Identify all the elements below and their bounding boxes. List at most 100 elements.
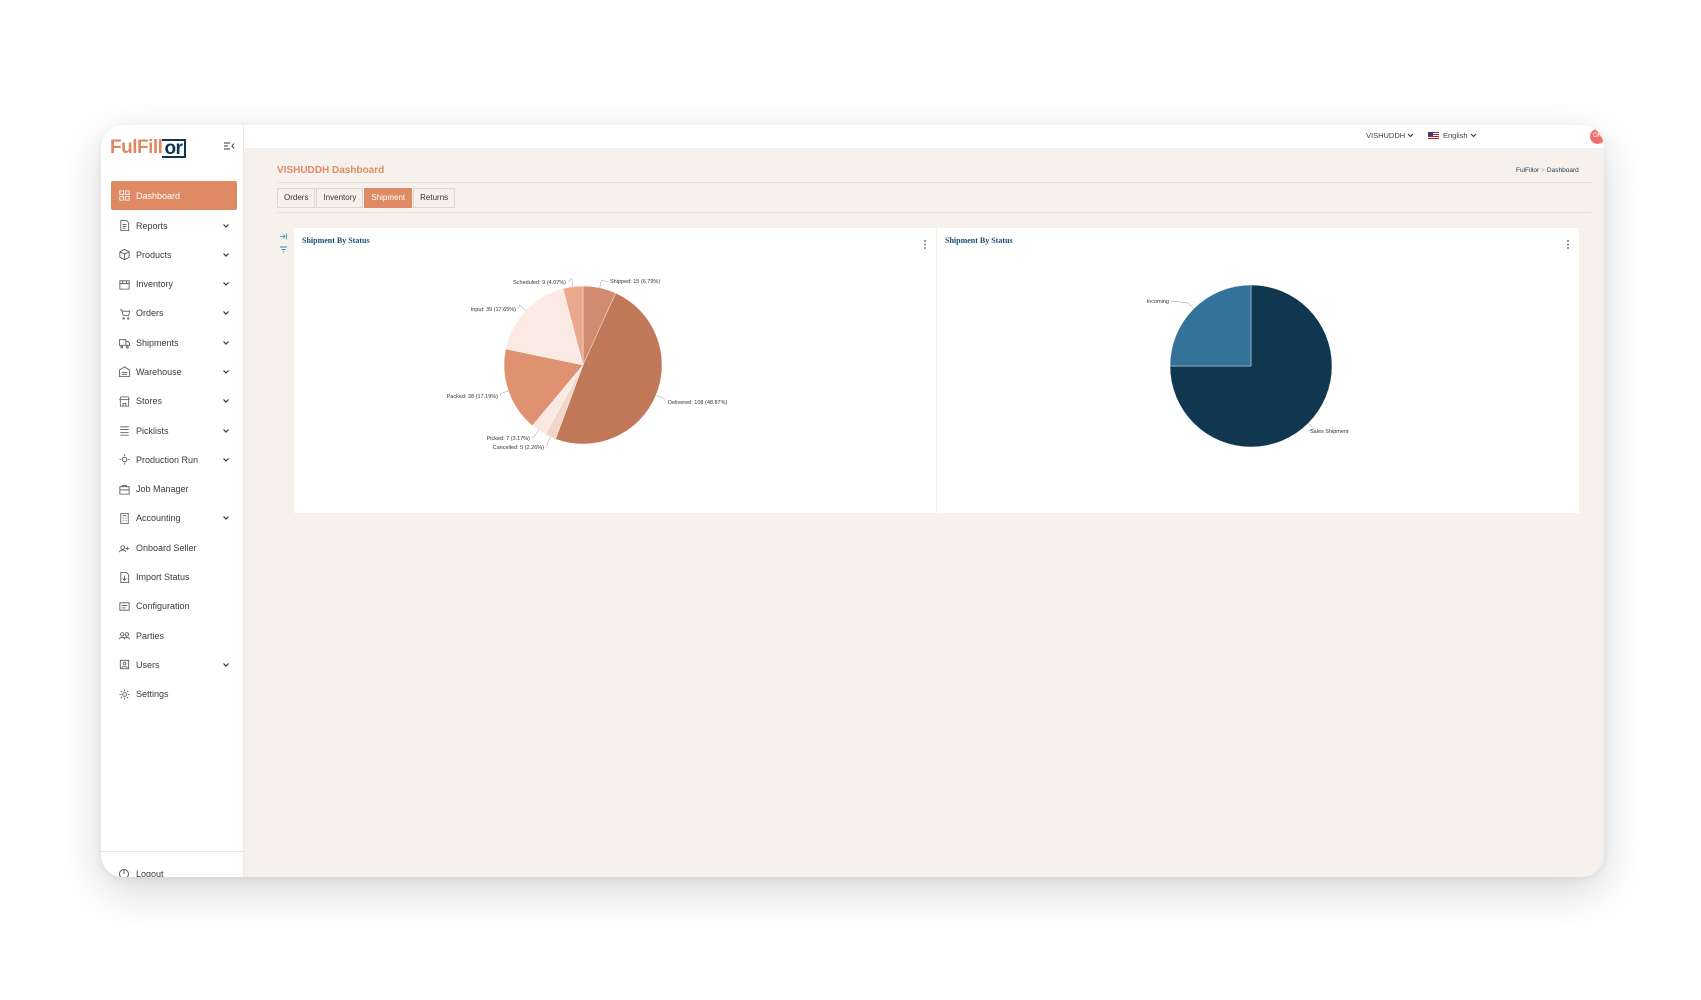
shipment-type-pie-chart: Sales Shipment Incoming [1147,284,1349,448]
sidebar-item-warehouse[interactable]: Warehouse [111,358,237,385]
reports-icon [117,219,131,233]
dashboard-tabs: Orders Inventory Shipment Returns [277,188,456,208]
chevron-down-icon[interactable] [221,221,231,231]
logout-icon [117,867,131,877]
side-tools [279,228,289,254]
fulfillor-logo[interactable]: FulFill or [110,137,187,159]
dashboard-icon [117,189,131,203]
sidebar-item-label: Users [136,659,160,670]
sidebar-item-label: Stores [136,396,163,407]
shipment-type-card: Shipment By Status Sales Shipment Incomin… [937,228,1579,513]
sidebar-item-users[interactable]: Users [111,651,237,678]
breadcrumb-home[interactable]: FulFillor [1516,167,1539,174]
slice-label-incoming: Incoming [1147,299,1169,305]
app-window: FulFill or Dashboard Reports Products Invent… [101,125,1604,877]
shipment-status-pie-chart: Shipped: 15 (6.79%) Delivered: 108 (48.87… [447,278,727,451]
slice-label-delivered: Delivered: 108 (48.87%) [668,400,727,406]
sidebar-item-label: Reports [136,220,168,231]
sidebar-item-job-manager[interactable]: Job Manager [111,476,237,503]
sidebar-item-inventory[interactable]: Inventory [111,271,237,298]
picklists-icon [117,424,131,438]
sidebar-item-label: Parties [136,630,165,641]
chevron-down-icon[interactable] [221,426,231,436]
breadcrumb-current: Dashboard [1546,167,1579,174]
sidebar-nav: Dashboard Reports Products Inventory Orders S… [111,181,237,710]
chevron-down-icon [1470,133,1476,138]
job-manager-icon [117,482,131,496]
sidebar-item-configuration[interactable]: Configuration [111,593,237,620]
sidebar-item-label: Accounting [136,513,181,524]
sidebar-item-products[interactable]: Products [111,241,237,268]
stores-icon [117,394,131,408]
sidebar-item-dashboard[interactable]: Dashboard [111,181,237,210]
topbar: VISHUDDH English OR [244,125,1604,148]
settings-icon [117,687,131,701]
sidebar-item-label: Picklists [136,425,169,436]
chevron-down-icon[interactable] [221,455,231,465]
language-dropdown[interactable]: English [1428,131,1477,140]
sidebar-item-label: Inventory [136,279,174,290]
tab-shipment[interactable]: Shipment [364,188,413,208]
sidebar-item-label: Configuration [136,601,190,612]
divider [277,212,1591,213]
sidebar-item-label: Production Run [136,454,199,465]
tab-inventory[interactable]: Inventory [316,188,364,208]
sidebar-item-orders[interactable]: Orders [111,300,237,327]
us-flag-icon [1428,132,1439,139]
slice-label-sales-shipment: Sales Shipment [1310,429,1349,435]
sidebar-item-picklists[interactable]: Picklists [111,417,237,444]
sidebar-item-reports[interactable]: Reports [111,212,237,239]
sidebar-item-import-status[interactable]: Import Status [111,564,237,591]
sidebar-item-production-run[interactable]: Production Run [111,446,237,473]
sidebar-item-parties[interactable]: Parties [111,622,237,649]
filter-icon[interactable] [279,241,288,253]
slice-leader-line [499,390,509,397]
sidebar-item-shipments[interactable]: Shipments [111,329,237,356]
sidebar-item-label: Warehouse [136,366,182,377]
users-icon [117,658,131,672]
parties-icon [117,629,131,643]
shipment-status-card: Shipment By Status Shipped: 15 (6.79%) De… [294,228,936,513]
sidebar-item-label: Onboard Seller [136,542,197,553]
products-icon [117,248,131,262]
page-title: VISHUDDH Dashboard [277,165,385,176]
chevron-down-icon[interactable] [221,338,231,348]
chevron-down-icon[interactable] [221,308,231,318]
slice-leader-line [1170,300,1194,309]
chevron-down-icon[interactable] [221,279,231,289]
chevron-down-icon [1407,133,1414,138]
chevron-down-icon[interactable] [221,660,231,670]
accounting-icon [117,511,131,525]
chevron-down-icon[interactable] [221,367,231,377]
tab-returns[interactable]: Returns [413,188,456,208]
user-avatar[interactable]: OR [1590,129,1604,144]
import-status-icon [117,570,131,584]
shipments-icon [117,336,131,350]
sidebar: FulFill or Dashboard Reports Products Invent… [101,125,244,877]
expand-icon[interactable] [279,228,288,240]
sidebar-collapse-icon[interactable] [223,140,235,152]
tab-orders[interactable]: Orders [277,188,316,208]
sidebar-item-settings[interactable]: Settings [111,681,237,708]
slice-label-picked: Picked: 7 (3.17%) [487,436,531,442]
sidebar-item-label: Dashboard [136,190,181,201]
slice-leader-line [531,430,539,439]
account-dropdown[interactable]: VISHUDDH [1366,131,1414,140]
chevron-down-icon[interactable] [221,513,231,523]
slice-label-packed: Packed: 38 (17.19%) [447,394,499,400]
slice-leader-line [599,279,609,288]
chevron-down-icon[interactable] [221,250,231,260]
slice-leader-line [567,278,574,287]
sidebar-item-stores[interactable]: Stores [111,388,237,415]
chevron-down-icon[interactable] [221,396,231,406]
slice-label-cancelled: Cancelled: 5 (2.26%) [493,445,545,451]
breadcrumb: FulFillor > Dashboard [1516,167,1579,174]
pie-slice-incoming[interactable] [1169,284,1252,367]
sidebar-item-onboard-seller[interactable]: Onboard Seller [111,534,237,561]
sidebar-item-accounting[interactable]: Accounting [111,505,237,532]
production-run-icon [117,453,131,467]
sidebar-divider [101,851,244,852]
sidebar-item-label: Products [136,249,172,260]
slice-label-input: Input: 39 (17.65%) [471,307,516,313]
logout-button[interactable]: Logout [117,867,164,877]
